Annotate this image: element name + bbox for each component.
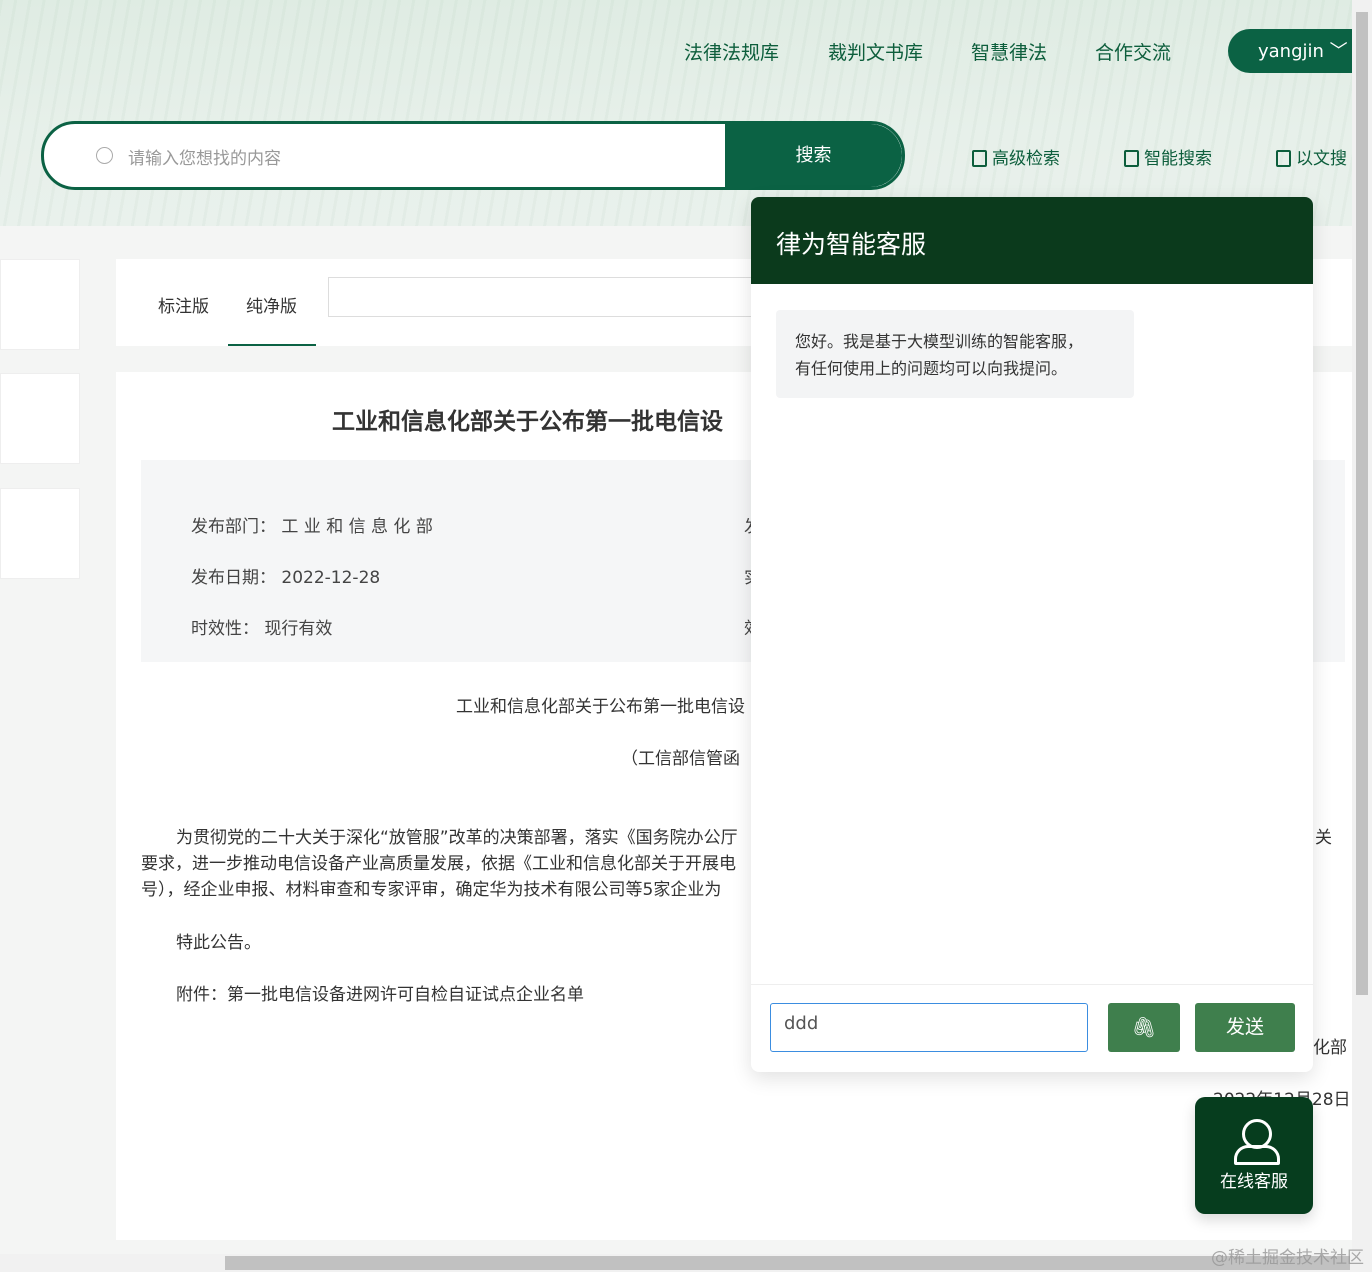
doc-search-icon — [1276, 150, 1291, 167]
dept-label: 发布部门： — [191, 517, 276, 537]
username: yangjin — [1258, 41, 1324, 62]
status-label: 时效性： — [191, 619, 259, 639]
divider — [751, 984, 1313, 985]
doc-heading: 工业和信息化部关于公布第一批电信设 — [456, 697, 745, 717]
search-icon — [96, 147, 113, 164]
online-service-label: 在线客服 — [1220, 1172, 1288, 1192]
side-card — [0, 259, 80, 350]
chat-input[interactable]: ddd — [770, 1003, 1088, 1052]
search-button[interactable]: 搜索 — [725, 124, 902, 187]
doc-number: （工信部信管函〔 — [621, 749, 757, 769]
message-line: 有任何使用上的问题均可以向我提问。 — [795, 359, 1068, 378]
dept-value: 工 业 和 信 息 化 部 — [281, 517, 433, 537]
user-menu[interactable]: yangjin ﹀ — [1228, 29, 1352, 73]
nav-smart-law[interactable]: 智慧律法 — [971, 38, 1047, 65]
headset-icon — [1234, 1119, 1280, 1165]
status-value: 现行有效 — [264, 619, 333, 639]
paperclip-icon: 🖇 — [1131, 1015, 1157, 1039]
tab-annotated[interactable]: 标注版 — [158, 292, 209, 317]
doc-search-icon — [1124, 150, 1139, 167]
side-card — [0, 488, 80, 579]
advanced-search-link[interactable]: 高级检索 — [972, 144, 1060, 169]
text-search-link[interactable]: 以文搜 — [1276, 144, 1347, 169]
date-label: 发布日期： — [191, 568, 276, 588]
watermark: @稀土掘金技术社区 — [1211, 1248, 1364, 1268]
chat-panel: 律为智能客服 您好。我是基于大模型训练的智能客服， 有任何使用上的问题均可以向我… — [751, 197, 1313, 1072]
doc-search-icon — [972, 150, 987, 167]
nav-laws[interactable]: 法律法规库 — [684, 38, 779, 65]
header-banner — [0, 0, 1352, 226]
scrollbar-thumb[interactable] — [1356, 12, 1368, 995]
online-service-button[interactable]: 在线客服 — [1195, 1097, 1313, 1214]
advanced-search-label: 高级检索 — [992, 149, 1060, 169]
notice-text: 特此公告。 — [176, 933, 261, 953]
date-value: 2022-12-28 — [281, 568, 381, 588]
paragraph-tail: 关 — [1315, 828, 1332, 848]
smart-search-link[interactable]: 智能搜索 — [1124, 144, 1212, 169]
attachment-link[interactable]: 附件：第一批电信设备进网许可自检自证试点企业名单 — [176, 980, 584, 1005]
paragraph-line: 号），经企业申报、材料审查和专家评审，确定华为技术有限公司等5家企业为 — [141, 880, 722, 900]
scrollbar-thumb[interactable] — [225, 1256, 1350, 1270]
smart-search-label: 智能搜索 — [1144, 149, 1212, 169]
message-line: 您好。我是基于大模型训练的智能客服， — [795, 332, 1084, 351]
attach-button[interactable]: 🖇 — [1108, 1003, 1180, 1052]
nav-cooperation[interactable]: 合作交流 — [1095, 38, 1171, 65]
chat-title: 律为智能客服 — [751, 197, 1313, 284]
paragraph-line: 要求，进一步推动电信设备产业高质量发展，依据《工业和信息化部关于开展电 — [141, 854, 736, 874]
search-bar: 请输入您想找的内容 搜索 — [41, 121, 905, 190]
search-input[interactable]: 请输入您想找的内容 — [128, 144, 281, 169]
tab-clean[interactable]: 纯净版 — [246, 292, 297, 317]
active-tab-indicator — [228, 344, 316, 346]
paragraph-line: 为贯彻党的二十大关于深化“放管服”改革的决策部署，落实《国务院办公厅 — [176, 828, 738, 848]
chat-message: 您好。我是基于大模型训练的智能客服， 有任何使用上的问题均可以向我提问。 — [776, 310, 1134, 398]
vertical-scrollbar[interactable] — [1352, 0, 1372, 1254]
horizontal-scrollbar[interactable] — [0, 1254, 1372, 1272]
send-button[interactable]: 发送 — [1195, 1003, 1295, 1052]
side-card — [0, 373, 80, 464]
doc-title: 工业和信息化部关于公布第一批电信设 — [332, 409, 723, 435]
signature: 化部 — [1313, 1038, 1347, 1058]
text-search-label: 以文搜 — [1296, 149, 1347, 169]
chevron-down-icon: ﹀ — [1329, 41, 1348, 62]
nav-judgments[interactable]: 裁判文书库 — [828, 38, 923, 65]
